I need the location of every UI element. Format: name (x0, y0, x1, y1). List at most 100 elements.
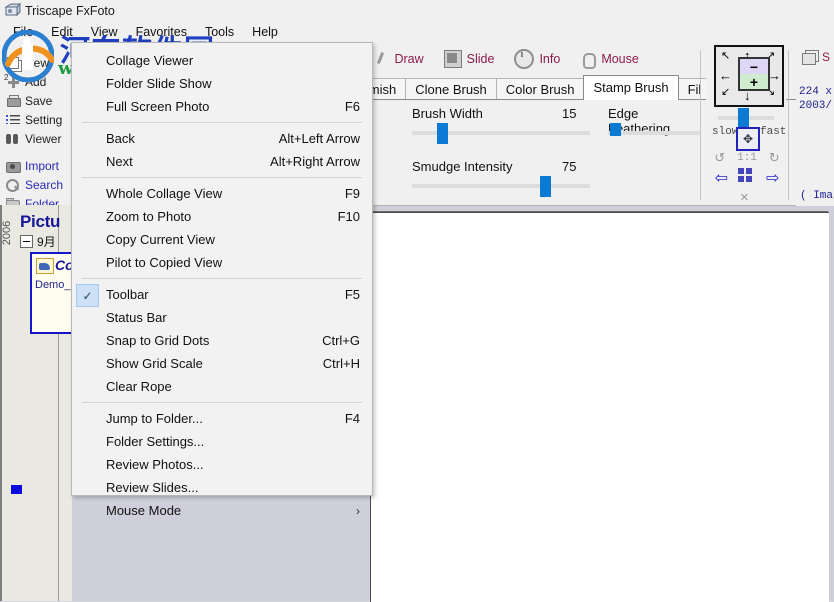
menu-bar[interactable]: File Edit View Favorites Tools Help (0, 22, 834, 42)
image-dimensions: 224 x (799, 86, 833, 98)
tree-node-date[interactable]: 9月 (20, 233, 56, 250)
slider-track-edge-feathering[interactable] (608, 131, 700, 135)
toolbar-label-viewer: Viewer (25, 131, 62, 146)
slider-thumb-brush-width[interactable] (437, 123, 448, 144)
year-strip: 2006 (0, 208, 15, 258)
menu-item-accel: F9 (344, 186, 360, 201)
menu-item-mouse-mode[interactable]: Mouse Mode › (72, 499, 372, 522)
toolbar-button-new[interactable]: New (0, 53, 72, 72)
slider-smudge-intensity[interactable]: Smudge Intensity 75 (412, 159, 597, 197)
menu-item-accel: Alt+Right Arrow (270, 154, 360, 169)
menu-item-full-screen-photo[interactable]: Full Screen Photo F6 (72, 95, 372, 118)
menu-item-pilot-to-copied-view[interactable]: Pilot to Copied View (72, 251, 372, 274)
menu-edit[interactable]: Edit (42, 23, 82, 41)
toolbar-label-new: New (25, 55, 50, 70)
application-window: Triscape FxFoto File Edit View Favorites… (0, 0, 834, 602)
pencil-icon (373, 51, 389, 67)
nav-left-icon[interactable]: ← (719, 69, 732, 82)
menu-item-jump-to-folder[interactable]: Jump to Folder... F4 (72, 407, 372, 430)
undo-icon[interactable]: ↺ (714, 150, 725, 166)
menu-item-status-bar[interactable]: Status Bar (72, 306, 372, 329)
toolbar-button-import[interactable]: Import (0, 156, 72, 175)
view-dropdown-menu[interactable]: Collage Viewer Folder Slide Show Full Sc… (71, 42, 373, 518)
mode-button-slide[interactable]: Slide (434, 48, 505, 70)
menu-tools[interactable]: Tools (196, 23, 243, 41)
toolbar-button-viewer[interactable]: Viewer (0, 129, 72, 148)
menu-item-show-grid-scale[interactable]: Show Grid Scale Ctrl+H (72, 352, 372, 375)
one-to-one-icon[interactable]: 1:1 (737, 152, 757, 164)
menu-favorites[interactable]: Favorites (127, 23, 196, 41)
menu-separator (82, 122, 362, 123)
pan-move-icon[interactable]: ✥ (736, 127, 760, 151)
menu-item-label: Mouse Mode (106, 503, 182, 518)
zoom-in-button[interactable]: + (740, 74, 768, 90)
grid-thumbnails-icon[interactable] (738, 168, 752, 182)
info-icon (514, 49, 535, 69)
menu-item-whole-collage-view[interactable]: Whole Collage View F9 (72, 182, 372, 205)
zoom-control[interactable]: − + (738, 57, 770, 91)
menu-file[interactable]: File (4, 23, 42, 41)
menu-item-back[interactable]: Back Alt+Left Arrow (72, 127, 372, 150)
menu-item-snap-to-grid-dots[interactable]: Snap to Grid Dots Ctrl+G (72, 329, 372, 352)
menu-item-label: Back (106, 131, 135, 146)
next-arrow-icon[interactable]: ⇨ (766, 168, 779, 188)
image-info-column: S 224 x 2003/ ( Ima (796, 44, 834, 206)
menu-item-folder-settings[interactable]: Folder Settings... (72, 430, 372, 453)
menu-item-copy-current-view[interactable]: Copy Current View (72, 228, 372, 251)
toolbar-button-search[interactable]: Search (0, 175, 72, 194)
slider-value-smudge-intensity: 75 (562, 159, 577, 174)
nav-action-row-1[interactable]: ↺ 1:1 ↻ (714, 150, 780, 166)
tab-stamp-brush[interactable]: Stamp Brush (583, 75, 679, 100)
tree-expander-minus-icon[interactable] (20, 235, 33, 248)
prev-arrow-icon[interactable]: ⇦ (715, 168, 728, 188)
slider-thumb-edge-feathering[interactable] (610, 123, 621, 136)
image-thumb-icon (36, 258, 54, 274)
slider-edge-feathering[interactable]: Edge Feathering (608, 106, 700, 136)
title-bar: Triscape FxFoto (0, 0, 834, 22)
menu-item-accel: Ctrl+G (322, 333, 360, 348)
year-label: 2006 (1, 220, 14, 246)
nav-up-left-icon[interactable]: ↖ (721, 51, 730, 62)
toolbar-button-setting[interactable]: Setting (0, 110, 72, 129)
close-x-icon[interactable]: × (740, 189, 749, 206)
slider-thumb-smudge-intensity[interactable] (540, 176, 551, 197)
menu-view[interactable]: View (82, 23, 127, 41)
mode-button-info[interactable]: Info (504, 47, 570, 71)
menu-item-folder-slide-show[interactable]: Folder Slide Show (72, 72, 372, 95)
picture-panel-title: Pictu (20, 212, 61, 231)
collage-thumbnail-card[interactable]: Co Demo_ (30, 252, 76, 334)
selection-marker[interactable] (11, 485, 22, 494)
mode-label-mouse: Mouse (601, 52, 639, 66)
mode-button-draw[interactable]: Draw (363, 49, 433, 69)
menu-item-collage-viewer[interactable]: Collage Viewer (72, 49, 372, 72)
collage-canvas[interactable] (370, 212, 829, 602)
menu-item-clear-rope[interactable]: Clear Rope (72, 375, 372, 398)
tab-clone-brush[interactable]: Clone Brush (405, 78, 497, 100)
menu-item-label: Show Grid Scale (106, 356, 203, 371)
mode-button-mouse[interactable]: Mouse (570, 49, 649, 69)
settings-list-icon (4, 112, 21, 127)
slider-brush-width[interactable]: Brush Width 15 (412, 106, 597, 144)
panel-separator-1 (700, 50, 701, 200)
toolbar-button-save[interactable]: Save (0, 91, 72, 110)
slider-track-smudge-intensity[interactable] (412, 184, 590, 188)
menu-help[interactable]: Help (243, 23, 287, 41)
tab-color-brush[interactable]: Color Brush (495, 78, 585, 100)
zoom-out-button[interactable]: − (740, 59, 768, 75)
menu-separator (82, 177, 362, 178)
mode-toolbar[interactable]: t Draw Slide Info Mouse (340, 46, 649, 72)
save-printer-icon (4, 93, 21, 108)
brush-tab-bar[interactable]: Blemish Clone Brush Color Brush Stamp Br… (340, 75, 712, 100)
menu-item-review-photos[interactable]: Review Photos... (72, 453, 372, 476)
nav-down-left-icon[interactable]: ↙ (721, 87, 730, 98)
menu-item-label: Copy Current View (106, 232, 215, 247)
redo-icon[interactable]: ↻ (769, 150, 780, 166)
menu-item-accel: F4 (344, 411, 360, 426)
toolbar-label-save: Save (25, 93, 53, 108)
menu-item-toolbar[interactable]: ✓ Toolbar F5 (72, 283, 372, 307)
toolbar-button-add[interactable]: Add (0, 72, 72, 91)
menu-item-zoom-to-photo[interactable]: Zoom to Photo F10 (72, 205, 372, 228)
speed-slider-thumb[interactable] (738, 108, 749, 129)
menu-item-review-slides[interactable]: Review Slides... (72, 476, 372, 499)
menu-item-next[interactable]: Next Alt+Right Arrow (72, 150, 372, 173)
